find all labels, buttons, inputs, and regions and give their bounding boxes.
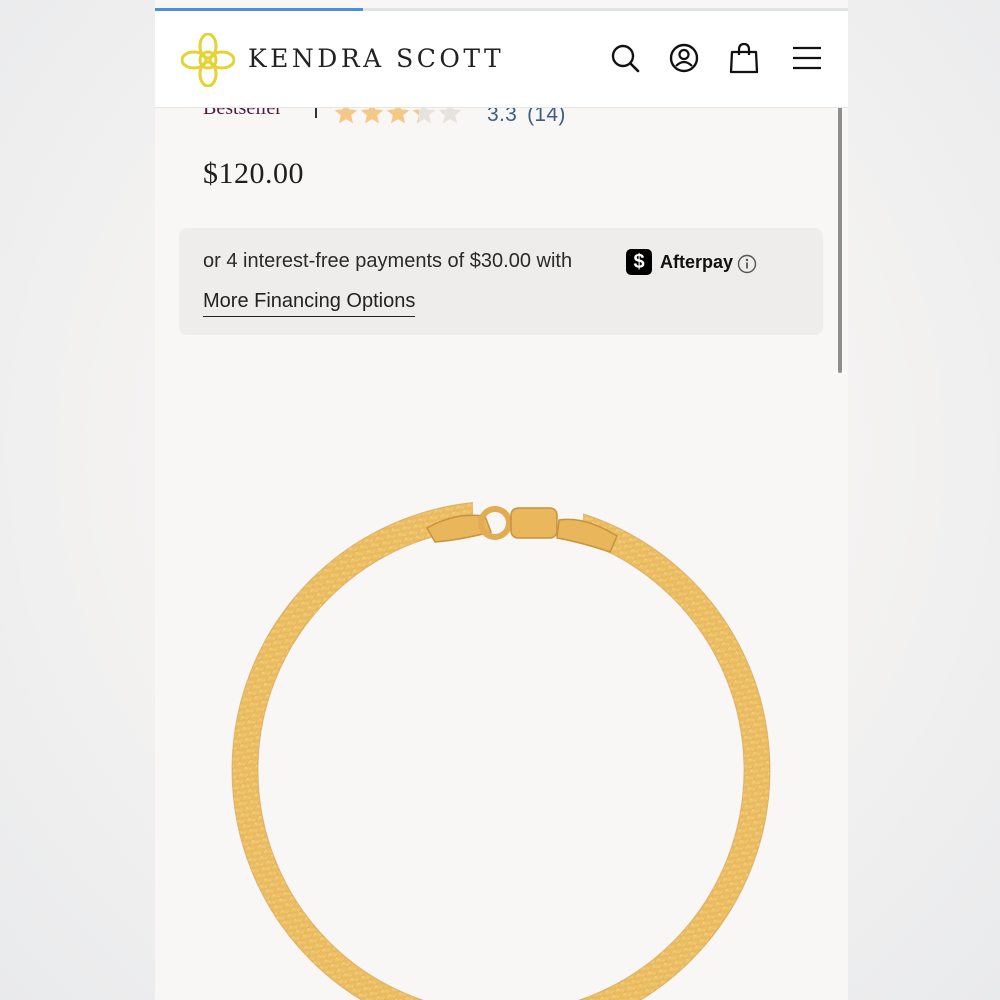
financing-text: or 4 interest-free payments of $30.00 wi… bbox=[203, 250, 573, 272]
bag-icon[interactable] bbox=[727, 41, 761, 75]
search-icon[interactable] bbox=[608, 41, 642, 75]
financing-box: or 4 interest-free payments of $30.00 wi… bbox=[179, 228, 823, 335]
more-financing-link[interactable]: More Financing Options bbox=[203, 290, 416, 317]
brand-name[interactable]: KENDRA SCOTT bbox=[248, 44, 504, 73]
product-content: Bestseller 3.3 (14) $120.00 or 4 interest… bbox=[155, 0, 848, 1000]
kendra-scott-logo[interactable] bbox=[181, 33, 235, 87]
scrollbar[interactable] bbox=[838, 90, 842, 373]
info-icon[interactable] bbox=[737, 254, 757, 274]
menu-icon[interactable] bbox=[790, 41, 824, 75]
account-icon[interactable] bbox=[667, 41, 701, 75]
product-image-bracelet[interactable] bbox=[155, 420, 848, 1000]
afterpay-label: Afterpay bbox=[660, 252, 734, 272]
site-header: KENDRA SCOTT bbox=[155, 11, 848, 108]
product-price: $120.00 bbox=[203, 157, 304, 190]
phone-screen: Bestseller 3.3 (14) $120.00 or 4 interest… bbox=[155, 0, 848, 1000]
afterpay-icon: $ bbox=[626, 249, 652, 275]
